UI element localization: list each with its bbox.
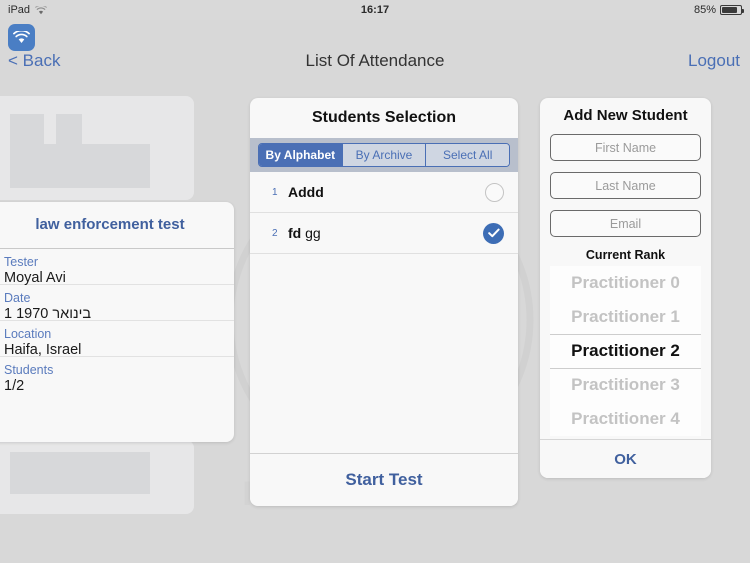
detail-row-location: Location Haifa, Israel — [0, 321, 234, 358]
segment-by-archive[interactable]: By Archive — [342, 144, 427, 166]
clock: 16:17 — [360, 4, 390, 16]
rank-option-3[interactable]: Practitioner 3 — [550, 368, 701, 402]
picker-selection-line-bottom — [550, 368, 701, 369]
add-new-student-panel: Add New Student First Name Last Name Ema… — [540, 98, 711, 478]
ok-button[interactable]: OK — [540, 439, 711, 478]
placeholder-block — [10, 114, 44, 144]
students-selection-panel: Students Selection By Alphabet By Archiv… — [250, 98, 518, 506]
student-last-name: gg — [305, 225, 321, 241]
page-title: List Of Attendance — [305, 51, 445, 70]
add-new-student-title: Add New Student — [563, 107, 688, 124]
rank-option-0[interactable]: Practitioner 0 — [550, 266, 701, 300]
picker-selection-line-top — [550, 334, 701, 335]
placeholder-block — [10, 452, 150, 494]
segment-select-all[interactable]: Select All — [426, 144, 509, 166]
logout-button[interactable]: Logout — [688, 51, 740, 71]
battery-icon — [720, 5, 744, 15]
last-name-field[interactable]: Last Name — [550, 172, 701, 199]
detail-value: 1/2 — [4, 378, 25, 394]
student-row[interactable]: 2 fd gg — [250, 213, 518, 254]
student-name: Addd — [288, 184, 485, 200]
student-index: 2 — [272, 227, 278, 239]
battery-percent: 85% — [693, 4, 716, 16]
student-row[interactable]: 1 Addd — [250, 172, 518, 213]
start-test-button[interactable]: Start Test — [250, 453, 518, 506]
placeholder-block — [56, 114, 82, 144]
student-index: 1 — [272, 186, 278, 198]
first-name-field[interactable]: First Name — [550, 134, 701, 161]
segmented-control[interactable]: By Alphabet By Archive Select All — [258, 143, 510, 167]
detail-row-date: Date 1 1970 בינואר — [0, 285, 234, 322]
current-rank-label: Current Rank — [585, 248, 666, 262]
detail-label: Students — [4, 363, 54, 377]
students-selection-title: Students Selection — [311, 109, 457, 126]
detail-row-students: Students 1/2 — [0, 357, 234, 394]
student-name: fd gg — [288, 225, 483, 241]
status-bar-right: 85% — [693, 4, 744, 16]
detail-row-tester: Tester Moyal Avi — [0, 249, 234, 286]
student-checkbox-checked[interactable] — [483, 222, 504, 244]
segment-by-alphabet[interactable]: By Alphabet — [259, 144, 343, 166]
student-first-name: Addd — [288, 184, 324, 200]
detail-label: Date — [4, 291, 31, 305]
rank-option-1[interactable]: Practitioner 1 — [550, 300, 701, 334]
student-checkbox-unchecked[interactable] — [485, 182, 504, 202]
student-list: 1 Addd 2 fd gg — [250, 172, 518, 254]
detail-label: Location — [4, 327, 52, 341]
status-bar: iPad 16:17 85% — [0, 0, 750, 20]
segmented-control-strip: By Alphabet By Archive Select All — [250, 138, 518, 172]
test-detail-card: law enforcement test Tester Moyal Avi Da… — [0, 202, 234, 442]
navigation-bar: < Back List Of Attendance Logout — [0, 46, 750, 84]
placeholder-block — [10, 144, 150, 188]
placeholder-card-top — [0, 96, 194, 200]
email-field[interactable]: Email — [550, 210, 701, 237]
rank-picker[interactable]: Practitioner 0 Practitioner 1 Practition… — [550, 266, 701, 436]
check-icon — [487, 228, 500, 238]
test-title: law enforcement test — [0, 202, 234, 249]
rank-option-2-selected[interactable]: Practitioner 2 — [550, 334, 701, 368]
detail-label: Tester — [4, 255, 39, 269]
student-first-name: fd — [288, 225, 302, 241]
rank-option-4[interactable]: Practitioner 4 — [550, 402, 701, 436]
placeholder-card-bottom — [0, 440, 194, 514]
